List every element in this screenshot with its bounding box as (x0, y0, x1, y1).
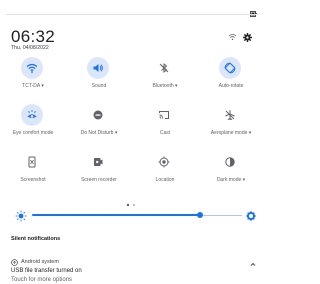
tile-label: Location (155, 177, 175, 183)
brightness-high-icon (245, 209, 257, 227)
tile-eye-comfort[interactable]: Eye comfort mode (0, 104, 66, 150)
brightness-track-fill (32, 214, 200, 216)
tile-sound[interactable]: Sound (66, 57, 132, 103)
dark-mode-icon (219, 151, 241, 173)
tile-auto-rotate[interactable]: Auto-rotate (198, 57, 264, 103)
tile-label: Screenshot (20, 177, 46, 183)
tile-label: Eye comfort mode (12, 130, 54, 136)
tile-screenshot[interactable]: Screenshot (0, 151, 66, 197)
eye-comfort-icon (21, 104, 43, 126)
brightness-slider[interactable] (0, 206, 264, 226)
notification-body: Touch for more options (11, 277, 73, 283)
do-not-disturb-icon (87, 104, 109, 126)
notification-title[interactable]: USB file transfer turned on (11, 268, 82, 274)
tile-label: Aeroplane mode ▾ (210, 130, 252, 136)
wifi-icon (21, 57, 43, 79)
volume-icon (87, 57, 109, 79)
tile-label: Auto-rotate (218, 83, 244, 89)
gear-icon[interactable] (243, 29, 252, 47)
tile-aeroplane-mode[interactable]: Aeroplane mode ▾ (198, 104, 264, 150)
tile-wifi[interactable]: TCT-DA ▾ (0, 57, 66, 103)
tile-label: Do Not Disturb ▾ (80, 130, 118, 136)
status-divider (6, 14, 258, 15)
tile-label: TCT-DA ▾ (22, 83, 44, 89)
chevron-up-icon[interactable] (250, 254, 256, 272)
date: Thu, 04/08/2022 (11, 45, 49, 51)
brightness-track (200, 214, 242, 216)
notification-app-name: Android system (21, 259, 59, 265)
tile-bluetooth[interactable]: Bluetooth ▾ (132, 57, 198, 103)
airplane-icon (219, 104, 241, 126)
tile-label: Dark mode ▾ (216, 177, 246, 183)
tile-label: Sound (91, 83, 107, 89)
clock: 06:32 (11, 27, 56, 46)
brightness-low-icon (15, 209, 27, 227)
brightness-thumb[interactable] (197, 212, 203, 218)
location-icon (153, 151, 175, 173)
tile-screen-recorder[interactable]: Screen recorder (66, 151, 132, 197)
tile-do-not-disturb[interactable]: Do Not Disturb ▾ (66, 104, 132, 150)
wifi-small-icon (228, 29, 237, 47)
battery-icon (250, 4, 257, 22)
bluetooth-off-icon (153, 57, 175, 79)
silent-notifications-header: Silent notifications (11, 236, 61, 242)
screenshot-icon (21, 151, 43, 173)
tile-cast[interactable]: Cast (132, 104, 198, 150)
tile-location[interactable]: Location (132, 151, 198, 197)
tile-dark-mode[interactable]: Dark mode ▾ (198, 151, 264, 197)
cast-icon (153, 104, 175, 126)
screen-recorder-icon (87, 151, 109, 173)
tile-label: Bluetooth ▾ (152, 83, 178, 89)
tile-label: Screen recorder (81, 177, 117, 183)
tile-label: Cast (159, 130, 171, 136)
auto-rotate-icon (219, 57, 241, 79)
